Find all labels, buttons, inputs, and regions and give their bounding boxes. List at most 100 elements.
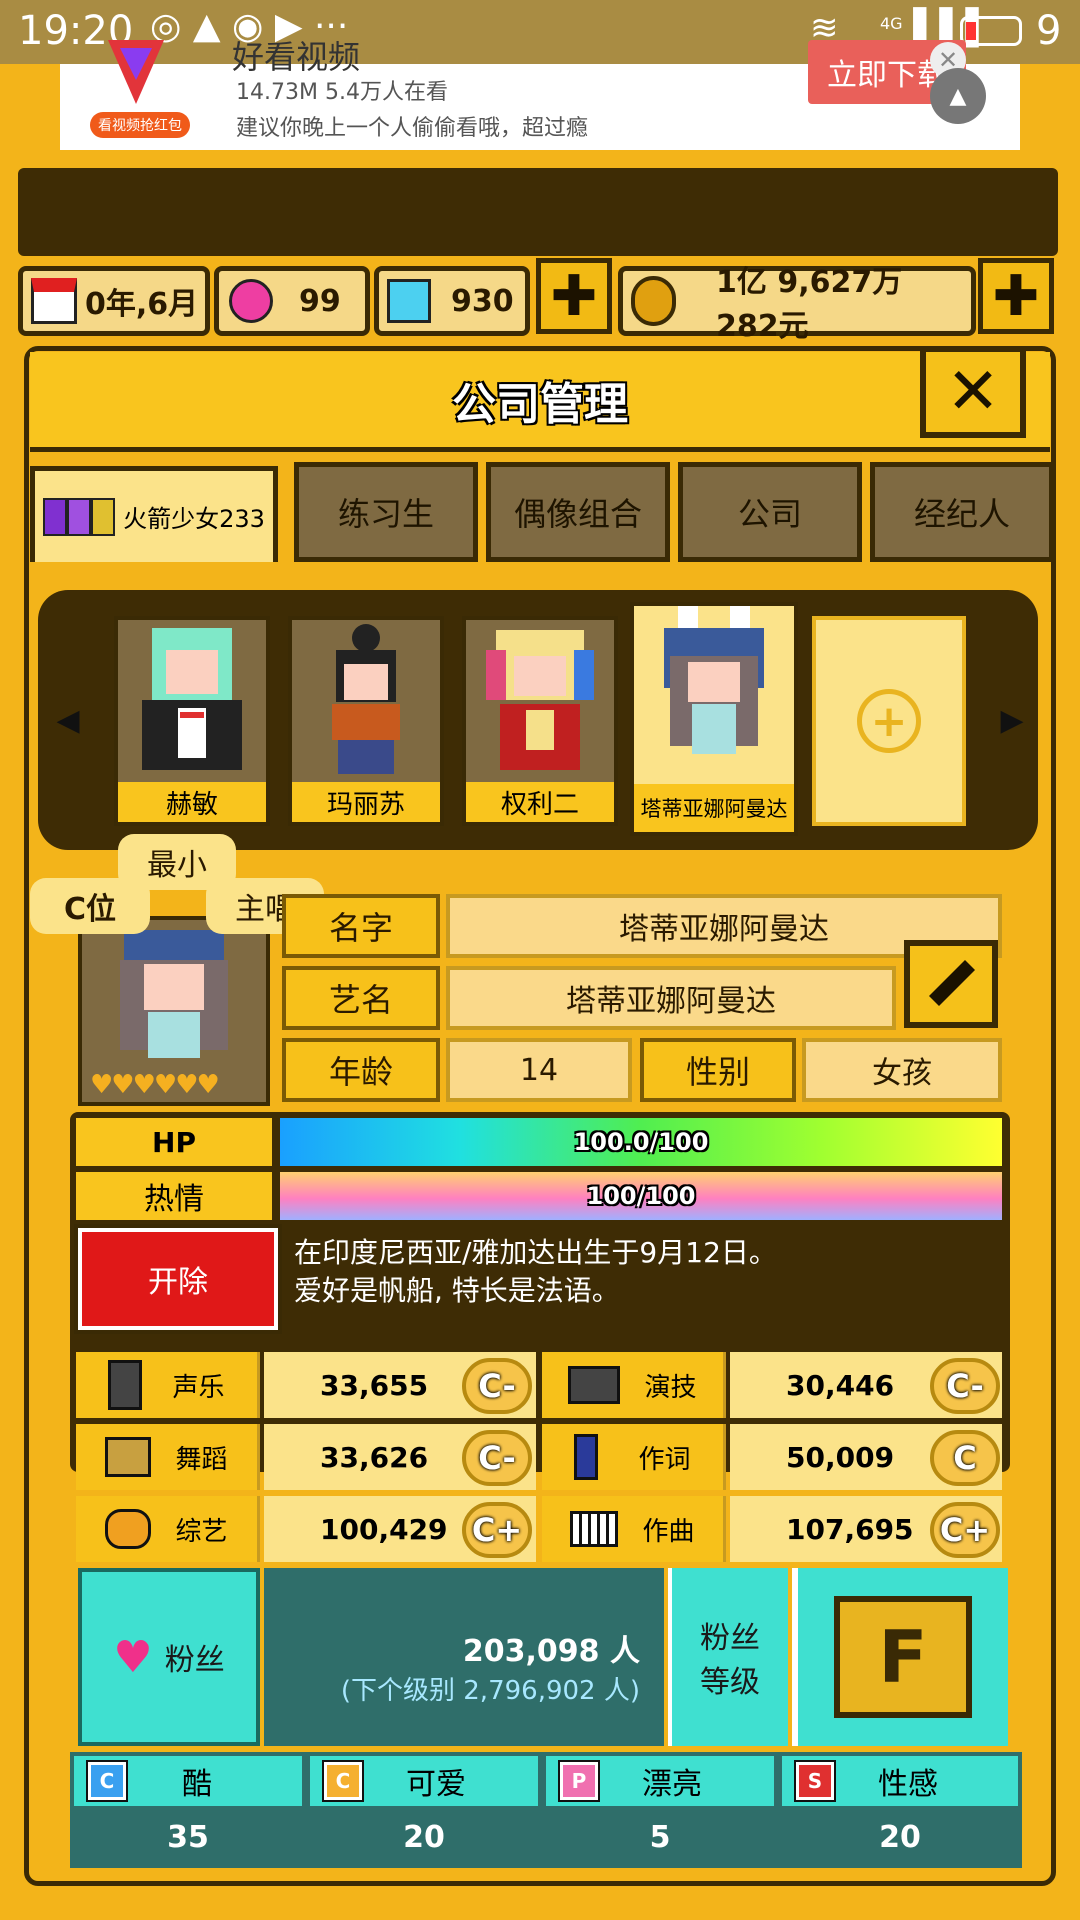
hp-bar: 100.0/100 bbox=[280, 1118, 1002, 1166]
tab-company-label: 公司 bbox=[737, 495, 802, 533]
member-card-tatiana-selected[interactable]: 塔蒂亚娜阿曼达 bbox=[630, 602, 798, 836]
attr-cool: C 酷 bbox=[74, 1756, 302, 1806]
group-icon bbox=[43, 497, 116, 536]
panel-header: 公司管理 bbox=[30, 352, 1050, 452]
stat-label: 舞蹈 bbox=[175, 1444, 228, 1475]
affection-hearts-icon: ♥♥♥♥♥♥ bbox=[90, 1070, 220, 1100]
stat-vocal: 声乐 bbox=[76, 1352, 260, 1418]
attr-label: 可爱 bbox=[406, 1767, 466, 1802]
tab-agent[interactable]: 经纪人 bbox=[870, 462, 1054, 562]
member-card-marysue[interactable]: 玛丽苏 bbox=[288, 616, 444, 826]
bio-line-2: 爱好是帆船, 特长是法语。 bbox=[294, 1274, 620, 1307]
boot-icon bbox=[105, 1437, 152, 1477]
stat-composition: 作曲 bbox=[542, 1496, 726, 1562]
attr-label: 性感 bbox=[878, 1767, 938, 1802]
pink-gem-icon bbox=[229, 279, 273, 323]
pink-gem-display: 99 bbox=[214, 266, 370, 336]
fan-level-label-cell: 粉丝 等级 bbox=[668, 1568, 788, 1746]
name-label: 名字 bbox=[282, 894, 440, 958]
stat-label: 作词 bbox=[638, 1444, 691, 1475]
close-icon[interactable]: ✕ bbox=[920, 346, 1026, 438]
stat-label: 综艺 bbox=[175, 1516, 228, 1547]
profile-portrait: ♥♥♥♥♥♥ bbox=[78, 916, 270, 1106]
member-marysue-avatar bbox=[332, 624, 400, 774]
tab-group[interactable]: 火箭少女233 bbox=[30, 466, 278, 562]
member-name: 赫敏 bbox=[118, 782, 266, 822]
tab-trainees-label: 练习生 bbox=[337, 495, 434, 533]
stat-dance: 舞蹈 bbox=[76, 1424, 260, 1490]
date-display: 0年,6月 bbox=[18, 266, 210, 336]
profile-avatar bbox=[120, 930, 228, 1058]
stat-grade: C- bbox=[930, 1358, 1000, 1414]
member-name: 玛丽苏 bbox=[292, 782, 440, 822]
stat-lyrics: 作词 bbox=[542, 1424, 726, 1490]
fans-label-cell: ♥ 粉丝 bbox=[78, 1568, 260, 1746]
mask-icon bbox=[105, 1509, 152, 1549]
heart-icon: ♥ bbox=[113, 1631, 153, 1683]
tab-idol-group-label: 偶像组合 bbox=[513, 495, 642, 533]
add-member-icon: + bbox=[857, 689, 921, 753]
fan-level-label-1: 粉丝 bbox=[700, 1621, 760, 1656]
stat-grade: C bbox=[930, 1430, 1000, 1486]
stat-acting: 演技 bbox=[542, 1352, 726, 1418]
sexy-icon: S bbox=[794, 1760, 836, 1802]
tab-company[interactable]: 公司 bbox=[678, 462, 862, 562]
bio-line-1: 在印度尼西亚/雅加达出生于9月12日。 bbox=[294, 1236, 777, 1269]
stats-grid: 声乐 33,655 C- 演技 30,446 C- 舞蹈 33,626 C- 作… bbox=[76, 1352, 1008, 1562]
coin-icon bbox=[631, 276, 677, 326]
diamond-display: 930 bbox=[374, 266, 530, 336]
add-gems-button[interactable]: ✚ bbox=[536, 258, 612, 334]
stat-grade: C- bbox=[462, 1430, 532, 1486]
gender-value: 女孩 bbox=[802, 1038, 1002, 1102]
attr-label: 酷 bbox=[182, 1767, 212, 1802]
member-bio: 在印度尼西亚/雅加达出生于9月12日。 爱好是帆船, 特长是法语。 bbox=[294, 1234, 994, 1334]
piano-icon bbox=[570, 1511, 619, 1547]
member-card-hermione[interactable]: 赫敏 bbox=[114, 616, 270, 826]
fan-level-label-2: 等级 bbox=[700, 1665, 760, 1700]
tab-agent-label: 经纪人 bbox=[913, 495, 1010, 533]
stat-grade: C+ bbox=[930, 1502, 1000, 1558]
microphone-icon bbox=[108, 1360, 143, 1410]
member-card-quanlier[interactable]: 权利二 bbox=[462, 616, 618, 826]
passion-value: 100/100 bbox=[586, 1182, 696, 1210]
attr-sexy: S 性感 bbox=[782, 1756, 1018, 1806]
ad-hat-icon: ▲ bbox=[930, 68, 986, 124]
carousel-left-arrow-icon[interactable]: ◀ bbox=[50, 690, 86, 750]
member-name: 权利二 bbox=[466, 782, 614, 822]
pen-icon bbox=[574, 1434, 599, 1480]
cute-icon: C bbox=[322, 1760, 364, 1802]
stat-label: 演技 bbox=[644, 1372, 697, 1403]
fans-count-cell: 203,098 人 (下个级别 2,796,902 人) bbox=[264, 1568, 664, 1746]
tab-trainees[interactable]: 练习生 bbox=[294, 462, 478, 562]
attr-value: 35 bbox=[167, 1819, 209, 1855]
member-name: 塔蒂亚娜阿曼达 bbox=[634, 784, 794, 832]
stat-grade: C+ bbox=[462, 1502, 532, 1558]
attr-cute: C 可爱 bbox=[310, 1756, 538, 1806]
attr-value: 20 bbox=[403, 1819, 445, 1855]
attr-value: 20 bbox=[879, 1819, 921, 1855]
hp-value: 100.0/100 bbox=[573, 1128, 709, 1156]
carousel-right-arrow-icon[interactable]: ▶ bbox=[994, 690, 1030, 750]
add-member-slot[interactable]: + bbox=[812, 616, 966, 826]
camera-icon bbox=[568, 1366, 621, 1404]
dismiss-button[interactable]: 开除 bbox=[74, 1224, 282, 1334]
add-money-button[interactable]: ✚ bbox=[978, 258, 1054, 334]
calendar-icon bbox=[31, 278, 77, 324]
ad-logo-caption: 看视频抢红包 bbox=[90, 112, 190, 138]
member-tatiana-avatar bbox=[664, 606, 764, 754]
member-hermione-avatar bbox=[142, 628, 242, 770]
tab-idol-group[interactable]: 偶像组合 bbox=[486, 462, 670, 562]
battery-icon bbox=[960, 16, 1022, 46]
gender-label: 性别 bbox=[640, 1038, 796, 1102]
stat-label: 作曲 bbox=[642, 1516, 695, 1547]
ad-banner[interactable]: 看视频抢红包 好看视频 14.73M 5.4万人在看 建议你晚上一个人偷偷看哦，… bbox=[60, 38, 1020, 150]
edit-name-button[interactable] bbox=[904, 940, 998, 1028]
fans-count: 203,098 人 bbox=[462, 1634, 640, 1669]
fan-level-value: F bbox=[834, 1596, 972, 1718]
member-quanlier-avatar bbox=[486, 630, 594, 770]
attr-pretty: P 漂亮 bbox=[546, 1756, 774, 1806]
pink-gem-count: 99 bbox=[299, 283, 341, 319]
ad-title: 好看视频 bbox=[232, 38, 361, 76]
ad-description: 建议你晚上一个人偷偷看哦，超过瘾 bbox=[236, 116, 589, 141]
brush-icon bbox=[929, 960, 975, 1006]
